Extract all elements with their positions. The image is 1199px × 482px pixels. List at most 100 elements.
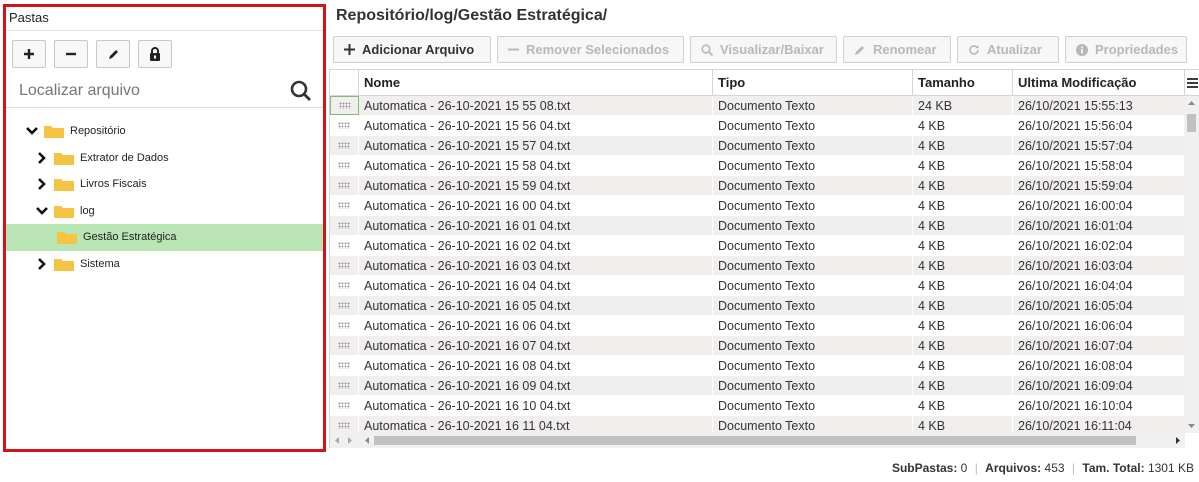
file-size-cell: 4 KB [913,396,1013,415]
column-header-name[interactable]: Nome [359,70,713,95]
grip-icon [338,402,350,409]
file-size-cell: 4 KB [913,336,1013,355]
column-header-type[interactable]: Tipo [713,70,913,95]
chevron-right-icon[interactable] [36,151,48,164]
file-modified-cell: 26/10/2021 16:10:04 [1013,396,1185,415]
table-row[interactable]: Automatica - 26-10-2021 16 07 04.txt Docu… [330,336,1185,356]
table-row[interactable]: Automatica - 26-10-2021 16 00 04.txt Docu… [330,196,1185,216]
grip-icon [338,182,350,189]
add-file-button[interactable]: Adicionar Arquivo [333,36,491,63]
file-size-cell: 4 KB [913,256,1013,275]
search-icon[interactable] [289,79,313,103]
file-modified-cell: 26/10/2021 15:59:04 [1013,176,1185,195]
tree-node-repositorio[interactable]: Repositório [6,118,323,145]
row-drag-handle[interactable] [330,256,359,275]
table-row[interactable]: Automatica - 26-10-2021 15 57 04.txt Docu… [330,136,1185,156]
table-row[interactable]: Automatica - 26-10-2021 15 56 04.txt Docu… [330,116,1185,136]
scroll-right-icon[interactable] [348,437,353,444]
tree-node-gestao-estrategica[interactable]: Gestão Estratégica [6,224,323,251]
table-row[interactable]: Automatica - 26-10-2021 16 01 04.txt Docu… [330,216,1185,236]
grip-icon [338,102,351,109]
row-drag-handle[interactable] [330,176,359,195]
search-input[interactable] [19,78,289,104]
rename-button[interactable]: Renomear [843,36,951,63]
column-header-modified[interactable]: Ultima Modificação [1013,70,1185,95]
table-row[interactable]: Automatica - 26-10-2021 16 04 04.txt Docu… [330,276,1185,296]
file-modified-cell: 26/10/2021 16:06:04 [1013,316,1185,335]
status-bar: SubPastas: 0 | Arquivos: 453 | Tam. Tota… [892,461,1194,475]
row-drag-handle[interactable] [330,156,359,175]
row-drag-handle[interactable] [330,236,359,255]
frozen-hscroll[interactable] [330,432,360,448]
tree-node-label: Gestão Estratégica [83,231,177,244]
chevron-down-icon[interactable] [36,205,48,217]
row-drag-handle[interactable] [330,136,359,155]
file-name-cell: Automatica - 26-10-2021 16 06 04.txt [359,316,713,335]
tree-node-extrator-de-dados[interactable]: Extrator de Dados [6,145,323,172]
column-header-size[interactable]: Tamanho [913,70,1013,95]
file-type-cell: Documento Texto [713,356,913,375]
table-row[interactable]: Automatica - 26-10-2021 15 55 08.txt Docu… [330,96,1185,116]
vertical-scrollbar[interactable] [1184,96,1199,433]
row-drag-handle[interactable] [330,196,359,215]
table-row[interactable]: Automatica - 26-10-2021 16 02 04.txt Docu… [330,236,1185,256]
refresh-button[interactable]: Atualizar [957,36,1059,63]
table-row[interactable]: Automatica - 26-10-2021 16 08 04.txt Docu… [330,356,1185,376]
rename-folder-button[interactable] [96,40,130,68]
file-size-cell: 4 KB [913,276,1013,295]
table-row[interactable]: Automatica - 26-10-2021 16 03 04.txt Docu… [330,256,1185,276]
scroll-right-icon[interactable] [1176,437,1181,444]
row-drag-handle[interactable] [330,376,359,395]
properties-label: Propriedades [1095,42,1179,57]
lock-folder-button[interactable] [138,40,172,68]
tree-node-livros-fiscais[interactable]: Livros Fiscais [6,171,323,198]
file-name-cell: Automatica - 26-10-2021 16 07 04.txt [359,336,713,355]
chevron-down-icon[interactable] [26,125,38,137]
folders-panel: Pastas Repositório Extrator de Dados [3,4,326,452]
remove-selected-button[interactable]: Remover Selecionados [497,36,684,63]
row-drag-handle[interactable] [330,316,359,335]
tree-node-sistema[interactable]: Sistema [6,251,323,278]
scroll-up-icon[interactable] [1188,100,1195,105]
view-download-button[interactable]: Visualizar/Baixar [690,36,837,63]
row-drag-handle[interactable] [330,116,359,135]
table-row[interactable]: Automatica - 26-10-2021 15 59 04.txt Docu… [330,176,1185,196]
grip-icon [338,342,350,349]
row-drag-handle[interactable] [330,96,359,115]
add-folder-button[interactable] [12,40,46,68]
file-size-cell: 4 KB [913,356,1013,375]
table-row[interactable]: Automatica - 26-10-2021 15 58 04.txt Docu… [330,156,1185,176]
table-row[interactable]: Automatica - 26-10-2021 16 05 04.txt Docu… [330,296,1185,316]
properties-button[interactable]: Propriedades [1065,36,1187,63]
row-drag-handle[interactable] [330,216,359,235]
file-name-cell: Automatica - 26-10-2021 16 09 04.txt [359,376,713,395]
table-row[interactable]: Automatica - 26-10-2021 16 06 04.txt Docu… [330,316,1185,336]
row-drag-handle[interactable] [330,356,359,375]
file-modified-cell: 26/10/2021 16:02:04 [1013,236,1185,255]
row-drag-handle[interactable] [330,296,359,315]
row-drag-handle[interactable] [330,396,359,415]
remove-folder-button[interactable] [54,40,88,68]
file-size-cell: 4 KB [913,236,1013,255]
file-size-cell: 4 KB [913,376,1013,395]
scroll-left-icon[interactable] [364,437,369,444]
file-type-cell: Documento Texto [713,136,913,155]
table-row[interactable]: Automatica - 26-10-2021 16 09 04.txt Docu… [330,376,1185,396]
table-row[interactable]: Automatica - 26-10-2021 16 10 04.txt Docu… [330,396,1185,416]
chevron-right-icon[interactable] [36,257,48,270]
scroll-down-icon[interactable] [1188,424,1195,429]
row-drag-handle[interactable] [330,276,359,295]
grip-icon [338,142,350,149]
minus-icon [66,52,76,56]
row-drag-handle[interactable] [330,336,359,355]
file-type-cell: Documento Texto [713,276,913,295]
column-menu-icon[interactable] [1185,70,1199,95]
horizontal-scroll-thumb[interactable] [374,436,1136,445]
file-type-cell: Documento Texto [713,116,913,135]
horizontal-scrollbar[interactable] [360,432,1185,448]
chevron-right-icon[interactable] [36,178,48,191]
vertical-scroll-thumb[interactable] [1187,114,1196,132]
scroll-left-icon[interactable] [334,437,339,444]
file-modified-cell: 26/10/2021 15:57:04 [1013,136,1185,155]
tree-node-log[interactable]: log [6,198,323,225]
